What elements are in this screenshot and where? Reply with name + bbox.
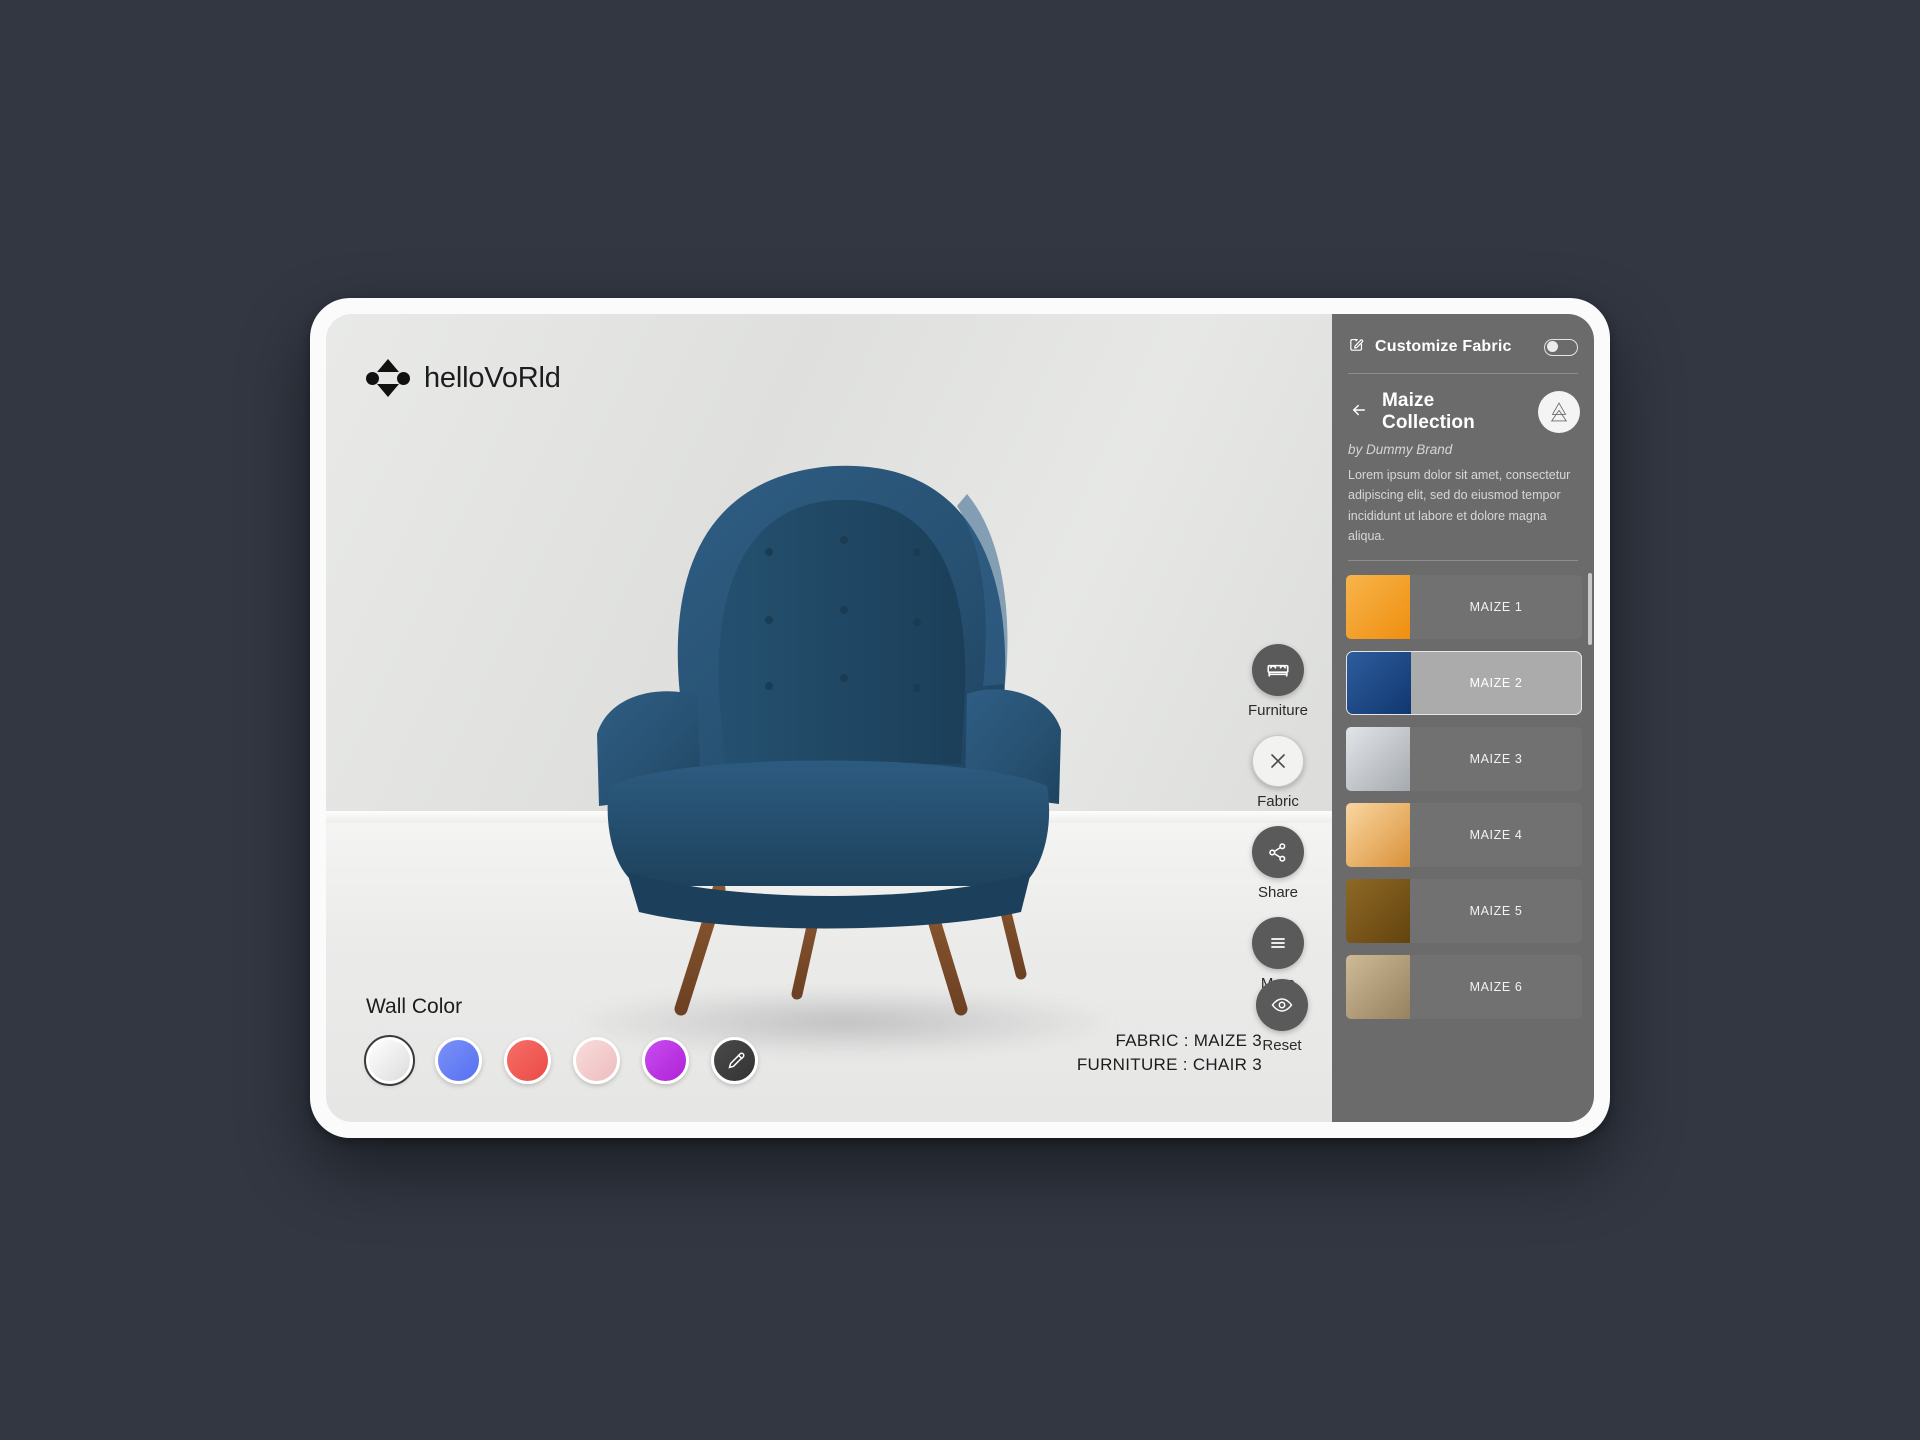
wall-color-swatch-row — [364, 1035, 758, 1086]
wall-swatch-white[interactable] — [364, 1035, 415, 1086]
wall-swatch-eyedropper[interactable] — [711, 1037, 758, 1084]
fabric-chip — [1346, 803, 1410, 867]
collection-header: Maize Collection — [1332, 374, 1594, 434]
reset-label: Reset — [1262, 1037, 1302, 1054]
wall-swatch-pink[interactable] — [573, 1037, 620, 1084]
selection-info: FABRIC : MAIZE 3 FURNITURE : CHAIR 3 — [1077, 1029, 1262, 1078]
customize-fabric-panel: Customize Fabric Maize Collection by Dum… — [1332, 314, 1594, 1122]
wall-swatch-red[interactable] — [504, 1037, 551, 1084]
wall-color-picker: Wall Color — [364, 995, 758, 1086]
fabric-swatch-list[interactable]: MAIZE 1 MAIZE 2 MAIZE 3 MAIZE 4 MAIZE 5 — [1332, 561, 1594, 1122]
tool-share[interactable]: Share — [1251, 826, 1304, 901]
tablet-screen: helloVoRld Furniture Fabric Share Reset … — [326, 314, 1594, 1122]
fabric-swatch-label: MAIZE 2 — [1469, 676, 1523, 690]
tool-fabric[interactable]: Fabric — [1251, 735, 1304, 810]
edit-pencil-icon — [1348, 336, 1365, 358]
share-icon — [1251, 826, 1304, 878]
close-x-icon — [1251, 735, 1304, 787]
collection-brand: by Dummy Brand — [1348, 442, 1453, 457]
sofa-icon — [1251, 644, 1304, 696]
wall-swatch-purple[interactable] — [642, 1037, 689, 1084]
panel-title: Customize Fabric — [1375, 338, 1512, 355]
fabric-chip — [1346, 575, 1410, 639]
fabric-chip — [1347, 652, 1411, 714]
fabric-swatch-item[interactable]: MAIZE 5 — [1346, 879, 1582, 943]
eye-icon — [1256, 979, 1308, 1031]
fabric-chip — [1346, 955, 1410, 1019]
tool-share-label: Share — [1257, 884, 1298, 901]
panel-scrollbar-thumb[interactable] — [1588, 573, 1592, 645]
fabric-swatch-item[interactable]: MAIZE 4 — [1346, 803, 1582, 867]
collection-title: Maize Collection — [1382, 390, 1475, 433]
product-viewer[interactable]: helloVoRld Furniture Fabric Share Reset … — [326, 314, 1332, 1122]
fabric-chip — [1346, 727, 1410, 791]
tool-furniture[interactable]: Furniture — [1248, 644, 1308, 719]
wall-color-title: Wall Color — [366, 995, 463, 1018]
fabric-swatch-item[interactable]: MAIZE 1 — [1346, 575, 1582, 639]
brand-logo-text: helloVoRld — [424, 361, 561, 394]
fabric-swatch-item[interactable]: MAIZE 6 — [1346, 955, 1582, 1019]
triangle-tree-logo[interactable] — [1538, 391, 1580, 433]
fabric-swatch-item[interactable]: MAIZE 3 — [1346, 727, 1582, 791]
fabric-swatch-label: MAIZE 4 — [1469, 828, 1523, 842]
fabric-swatch-item[interactable]: MAIZE 2 — [1346, 651, 1582, 715]
fabric-swatch-label: MAIZE 6 — [1469, 980, 1523, 994]
hellovorld-diamond-logo — [366, 358, 410, 398]
wall-swatch-blue[interactable] — [435, 1037, 482, 1084]
info-furniture: FURNITURE : CHAIR 3 — [1076, 1055, 1262, 1075]
customize-fabric-toggle[interactable] — [1544, 338, 1578, 356]
panel-header: Customize Fabric — [1332, 314, 1594, 358]
fabric-chip — [1346, 879, 1410, 943]
arrow-left-icon[interactable] — [1348, 401, 1370, 424]
fabric-swatch-label: MAIZE 3 — [1469, 752, 1523, 766]
hamburger-menu-icon — [1251, 917, 1304, 969]
collection-description: Lorem ipsum dolor sit amet, consectetur … — [1348, 468, 1571, 543]
fabric-swatch-label: MAIZE 1 — [1469, 600, 1523, 614]
tablet-device-frame: helloVoRld Furniture Fabric Share Reset … — [310, 298, 1610, 1138]
toggle-knob — [1547, 341, 1558, 352]
viewer-toolbar: Furniture Fabric Share — [1248, 644, 1308, 992]
tool-fabric-label: Fabric — [1257, 793, 1299, 810]
reset-button[interactable]: Reset — [1256, 979, 1308, 1054]
fabric-swatch-label: MAIZE 5 — [1469, 904, 1523, 918]
tool-furniture-label: Furniture — [1247, 702, 1308, 719]
eyedropper-icon — [727, 1052, 744, 1068]
brand-logo[interactable]: helloVoRld — [366, 358, 561, 398]
info-fabric: FABRIC : MAIZE 3 — [1115, 1030, 1262, 1050]
armchair-render[interactable] — [569, 434, 1089, 1034]
